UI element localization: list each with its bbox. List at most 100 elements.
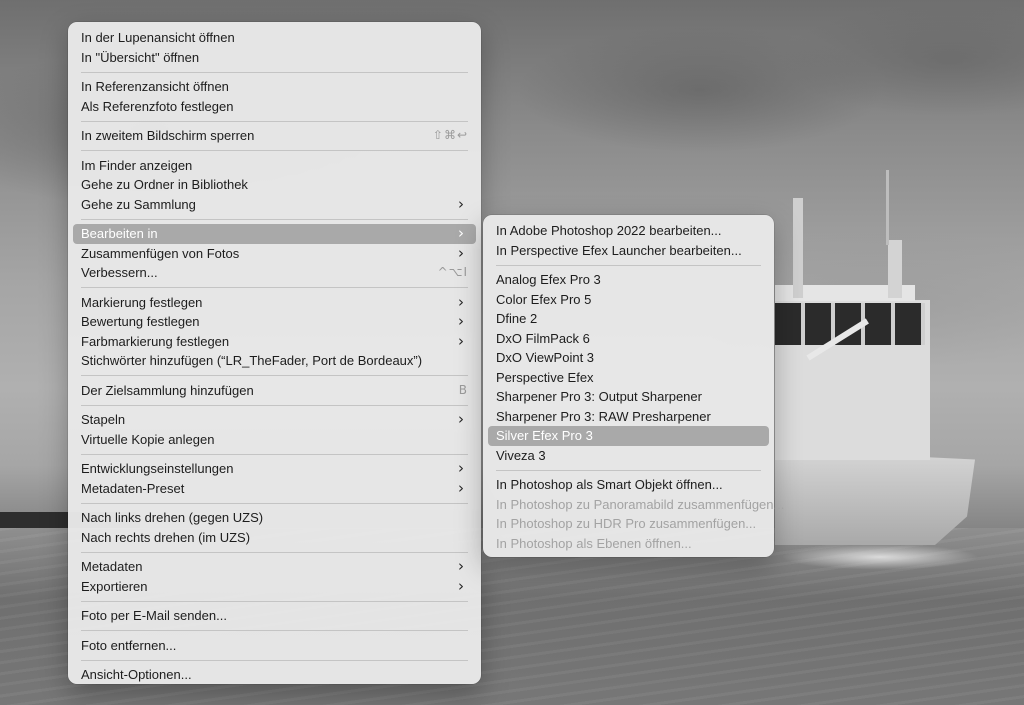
menu-item-label: Bewertung festlegen [81, 314, 200, 329]
menu-item-label: Perspective Efex [496, 369, 594, 385]
menu-item-label: In Photoshop zu Panoramabild zusammenfüg… [496, 496, 785, 512]
chevron-right-icon: › [458, 243, 464, 262]
menu-item-label: In Photoshop zu HDR Pro zusammenfügen... [496, 516, 757, 531]
menu-separator [81, 404, 468, 406]
menu-item-der-zielsammlung-hinzufuegen[interactable]: Der Zielsammlung hinzufügen B [73, 381, 476, 401]
menu-item-label: Silver Efex Pro 3 [496, 428, 593, 443]
menu-item-gehe-zu-ordner-in-bibliothek[interactable]: Gehe zu Ordner in Bibliothek [73, 175, 476, 195]
ship-hull [775, 450, 975, 545]
menu-item-color-efex-pro-5[interactable]: Color Efex Pro 5 [488, 290, 769, 310]
menu-item-metadaten[interactable]: Metadaten › [73, 557, 476, 577]
menu-item-markierung-festlegen[interactable]: Markierung festlegen › [73, 293, 476, 313]
chevron-right-icon: › [458, 557, 464, 575]
menu-item-gehe-zu-sammlung[interactable]: Gehe zu Sammlung › [73, 195, 476, 215]
menu-item-dxo-filmpack-6[interactable]: DxO FilmPack 6 [488, 329, 769, 349]
menu-item-label: In Photoshop als Smart Objekt öffnen... [496, 477, 723, 492]
menu-item-label: DxO FilmPack 6 [496, 330, 590, 346]
menu-item-metadaten-preset[interactable]: Metadaten-Preset › [73, 479, 476, 499]
menu-item-sharpener-pro-3-raw-presharpener[interactable]: Sharpener Pro 3: RAW Presharpener [488, 407, 769, 427]
menu-separator [81, 551, 468, 553]
menu-item-in-photoshop-als-smart-objekt-oeffnen[interactable]: In Photoshop als Smart Objekt öffnen... [488, 475, 769, 495]
menu-item-label: Metadaten [81, 559, 143, 574]
menu-item-label: In Perspective Efex Launcher bearbeiten.… [496, 242, 742, 258]
menu-item-label: Analog Efex Pro 3 [496, 272, 601, 287]
menu-separator [81, 502, 468, 504]
menu-item-analog-efex-pro-3[interactable]: Analog Efex Pro 3 [488, 270, 769, 290]
menu-item-ansicht-optionen[interactable]: Ansicht-Optionen... [73, 665, 476, 685]
menu-item-nach-links-drehen-gegen-uzs[interactable]: Nach links drehen (gegen UZS) [73, 508, 476, 528]
menu-item-label: Markierung festlegen [81, 294, 203, 310]
menu-item-label: Sharpener Pro 3: Output Sharpener [496, 389, 702, 404]
menu-separator [81, 453, 468, 455]
menu-item-label: Verbessern... [81, 265, 158, 280]
chevron-right-icon: › [458, 292, 464, 311]
menu-item-in-referenzansicht-oeffnen[interactable]: In Referenzansicht öffnen [73, 77, 476, 97]
menu-item-label: In Referenzansicht öffnen [81, 79, 229, 94]
menu-item-bewertung-festlegen[interactable]: Bewertung festlegen › [73, 312, 476, 332]
menu-item-in-perspective-efex-launcher-bearbeiten[interactable]: In Perspective Efex Launcher bearbeiten.… [488, 241, 769, 261]
menu-item-label: Zusammenfügen von Fotos [81, 245, 240, 261]
menu-item-label: Entwicklungseinstellungen [81, 461, 234, 476]
menu-item-label: Metadaten-Preset [81, 480, 185, 496]
menu-item-label: Als Referenzfoto festlegen [81, 98, 234, 114]
menu-separator [81, 150, 468, 151]
menu-item-in-photoshop-zu-panoramabild-zusammenfue: In Photoshop zu Panoramabild zusammenfüg… [488, 495, 784, 515]
keyboard-shortcut: ^⌥I [437, 265, 468, 279]
menu-item-als-referenzfoto-festlegen[interactable]: Als Referenzfoto festlegen [73, 97, 476, 117]
menu-item-label: DxO ViewPoint 3 [496, 350, 595, 365]
menu-item-foto-entfernen[interactable]: Foto entfernen... [73, 636, 476, 656]
menu-item-label: Stapeln [81, 412, 126, 427]
menu-item-label: Stichwörter hinzufügen (“LR_TheFader, Po… [81, 353, 423, 368]
menu-item-label: Gehe zu Sammlung [81, 196, 196, 212]
menu-item-label: In Adobe Photoshop 2022 bearbeiten... [496, 223, 722, 238]
menu-item-dfine-2[interactable]: Dfine 2 [488, 309, 769, 329]
edit-in-submenu: In Adobe Photoshop 2022 bearbeiten... In … [483, 215, 784, 557]
menu-item-in-der-lupenansicht-oeffnen[interactable]: In der Lupenansicht öffnen [73, 28, 476, 48]
menu-item-dxo-viewpoint-3[interactable]: DxO ViewPoint 3 [488, 348, 769, 368]
menu-item-label: Color Efex Pro 5 [496, 291, 592, 307]
menu-item-label: Ansicht-Optionen... [81, 667, 192, 682]
menu-item-exportieren[interactable]: Exportieren › [73, 577, 476, 597]
menu-item-label: Farbmarkierung festlegen [81, 333, 230, 349]
menu-item-entwicklungseinstellungen[interactable]: Entwicklungseinstellungen › [73, 459, 476, 479]
menu-item-label: Im Finder anzeigen [81, 157, 193, 173]
menu-item-verbessern[interactable]: Verbessern... ^⌥I [73, 263, 476, 283]
menu-item-nach-rechts-drehen-im-uzs[interactable]: Nach rechts drehen (im UZS) [73, 528, 476, 548]
menu-item-label: Exportieren [81, 578, 148, 594]
menu-item-silver-efex-pro-3[interactable]: Silver Efex Pro 3 [488, 426, 769, 446]
menu-item-label: In "Übersicht" öffnen [81, 49, 200, 65]
menu-separator [81, 71, 468, 73]
menu-item-label: Foto per E-Mail senden... [81, 608, 227, 623]
menu-separator [81, 218, 468, 220]
menu-item-label: In Photoshop als Ebenen öffnen... [496, 535, 692, 551]
menu-item-in-photoshop-als-ebenen-oeffnen: In Photoshop als Ebenen öffnen... [488, 534, 769, 554]
menu-item-in-uebersicht-oeffnen[interactable]: In "Übersicht" öffnen [73, 48, 476, 68]
menu-item-viveza-3[interactable]: Viveza 3 [488, 446, 769, 466]
menu-separator [81, 600, 468, 602]
chevron-right-icon: › [458, 312, 464, 330]
menu-item-bearbeiten-in[interactable]: Bearbeiten in › [73, 224, 476, 244]
context-menu: In der Lupenansicht öffnen In "Übersicht"… [68, 22, 481, 684]
menu-item-label: Sharpener Pro 3: RAW Presharpener [496, 408, 711, 424]
chevron-right-icon: › [458, 478, 464, 497]
menu-item-foto-per-e-mail-senden[interactable]: Foto per E-Mail senden... [73, 606, 476, 626]
menu-item-im-finder-anzeigen[interactable]: Im Finder anzeigen [73, 156, 476, 176]
menu-separator [81, 630, 468, 631]
menu-item-label: Gehe zu Ordner in Bibliothek [81, 177, 248, 192]
menu-item-label: Viveza 3 [496, 447, 546, 463]
menu-item-zusammenfuegen-von-fotos[interactable]: Zusammenfügen von Fotos › [73, 244, 476, 264]
menu-item-virtuelle-kopie-anlegen[interactable]: Virtuelle Kopie anlegen [73, 430, 476, 450]
menu-item-in-zweitem-bildschirm-sperren[interactable]: In zweitem Bildschirm sperren ⇧⌘↩ [73, 126, 476, 146]
menu-item-stichwoerter-hinzufuegen-lr-thefader-por[interactable]: Stichwörter hinzufügen (“LR_TheFader, Po… [73, 351, 476, 371]
keyboard-shortcut: ⇧⌘↩ [432, 128, 468, 142]
ship-mast [793, 198, 803, 298]
menu-item-label: Der Zielsammlung hinzufügen [81, 382, 254, 398]
menu-item-sharpener-pro-3-output-sharpener[interactable]: Sharpener Pro 3: Output Sharpener [488, 387, 769, 407]
menu-item-farbmarkierung-festlegen[interactable]: Farbmarkierung festlegen › [73, 332, 476, 352]
menu-item-stapeln[interactable]: Stapeln › [73, 410, 476, 430]
bow-spray [760, 535, 1024, 575]
menu-item-in-adobe-photoshop-2022-bearbeiten[interactable]: In Adobe Photoshop 2022 bearbeiten... [488, 221, 769, 241]
menu-item-label: Virtuelle Kopie anlegen [81, 431, 215, 447]
chevron-right-icon: › [458, 576, 464, 595]
menu-item-perspective-efex[interactable]: Perspective Efex [488, 368, 769, 388]
